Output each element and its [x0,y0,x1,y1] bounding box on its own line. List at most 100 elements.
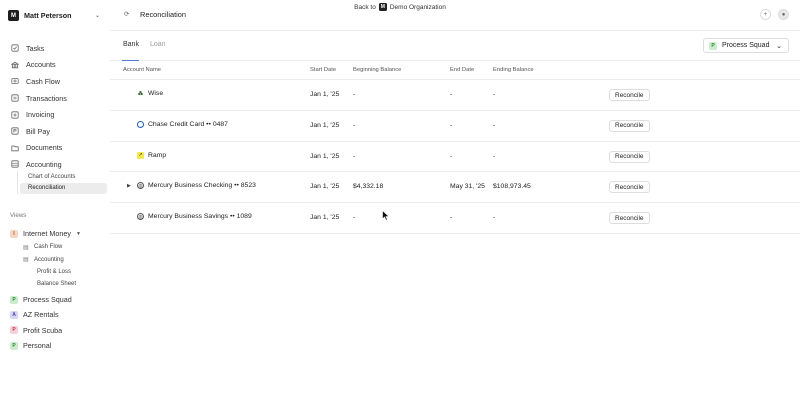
view-badge: P [10,341,18,350]
view-sub-balance-sheet[interactable]: Balance Sheet [23,278,103,290]
bill-pay-icon [10,127,19,136]
account-name: Ramp [148,151,167,159]
end-date: May 31, '25 [450,183,485,191]
beginning-balance: - [353,214,356,222]
view-sub-label: Accounting [34,256,64,263]
view-sub-label: Balance Sheet [37,281,77,288]
sidebar-item-chart-of-accounts[interactable]: Chart of Accounts [20,171,107,183]
entity-select-value: Process Squad [722,42,770,49]
expand-row-icon[interactable]: ▶ [127,183,131,189]
tab-loan[interactable]: Loan [150,41,166,48]
reconcile-button[interactable]: Reconcile [609,212,650,225]
accounting-icon [10,160,19,169]
invoicing-icon [10,110,19,119]
view-badge: A [10,310,18,319]
view-profit-scuba[interactable]: P Profit Scuba [10,323,106,338]
table-header: Account Name Start Date Beginning Balanc… [110,61,800,80]
mercury-icon: ◍ [137,182,144,190]
chase-icon [137,120,144,128]
caret-down-icon: ▼ [75,230,81,237]
sidebar-item-transactions[interactable]: Transactions [10,90,106,107]
start-date: Jan 1, '25 [310,183,340,191]
sidebar-item-reconciliation[interactable]: Reconciliation [20,182,107,194]
table-row: ◍ Mercury Business Savings •• 1089 Jan 1… [110,203,800,234]
sidebar-item-documents[interactable]: Documents [10,140,106,157]
col-end-date: End Date [450,67,475,73]
reconcile-button[interactable]: Reconcile [609,89,650,101]
sidebar-item-label: Cash Flow [26,76,60,86]
view-badge: P [10,295,18,304]
view-az-rentals[interactable]: A AZ Rentals [10,307,106,322]
reconcile-button[interactable]: Reconcile [609,181,650,194]
table-row: ▶ ◍ Mercury Business Checking •• 8523 Ja… [110,172,800,204]
view-sub-profit-loss[interactable]: Profit & Loss [23,266,103,278]
sidebar: M Matt Peterson ⌄ Tasks Accounts Cash Fl… [0,0,110,398]
chevron-down-icon: ⌄ [94,13,100,19]
beginning-balance: - [353,152,356,160]
chevron-down-icon: ⌄ [776,42,782,50]
account-name-cell: Chase Credit Card •• 0487 [137,120,228,128]
account-type-tabs: Bank Loan P Process Squad ⌄ [110,31,800,61]
sidebar-item-bill-pay[interactable]: Bill Pay [10,123,106,140]
view-label: Process Squad [23,295,72,305]
page-header: ⟳ Reconciliation + ● [110,0,800,31]
view-sub-accounting[interactable]: ▤ Accounting [23,253,103,265]
sidebar-item-label: Invoicing [26,110,55,120]
sidebar-item-tasks[interactable]: Tasks [10,40,106,57]
view-label: Profit Scuba [23,325,63,335]
page-title: Reconciliation [140,10,187,19]
account-name: Wise [148,90,164,97]
org-name: Matt Peterson [24,11,72,20]
account-name-cell: ↗ Ramp [137,151,167,159]
avatar-icon[interactable]: ● [778,9,789,20]
internet-money-subviews: ▤ Cash Flow ▤ Accounting Profit & Loss B… [23,241,103,291]
start-date: Jan 1, '25 [310,121,340,129]
start-date: Jan 1, '25 [310,91,340,98]
view-badge: I [10,229,18,238]
account-name: Mercury Business Savings •• 1089 [148,213,252,221]
ledger-icon: ▤ [23,257,29,264]
other-views: P Process Squad A AZ Rentals P Profit Sc… [10,292,106,353]
view-personal[interactable]: P Personal [10,338,106,353]
account-name: Chase Credit Card •• 0487 [148,120,228,128]
view-process-squad[interactable]: P Process Squad [10,292,106,307]
end-date: - [450,152,453,160]
sidebar-item-label: Accounts [26,60,56,70]
view-sub-label: Profit & Loss [37,268,72,275]
accounting-subnav: Chart of Accounts Reconciliation [17,171,107,194]
chart-icon: ▤ [23,244,29,251]
sidebar-item-accounts[interactable]: Accounts [10,57,106,74]
reconcile-button[interactable]: Reconcile [609,150,650,163]
account-name-cell: ◍ Mercury Business Savings •• 1089 [137,213,252,221]
reconcile-button[interactable]: Reconcile [609,119,650,132]
sidebar-item-label: Tasks [26,43,45,53]
table-row: ↗ Ramp Jan 1, '25 - - - Reconcile [110,142,800,173]
transactions-icon [10,94,19,103]
col-start-date: Start Date [310,67,337,73]
subnav-label: Reconciliation [28,185,66,192]
cash-flow-icon [10,77,19,86]
sidebar-item-cash-flow[interactable]: Cash Flow [10,73,106,90]
sidebar-item-invoicing[interactable]: Invoicing [10,106,106,123]
org-switcher[interactable]: M Matt Peterson ⌄ [8,8,104,23]
end-date: - [450,91,453,98]
view-sub-label: Cash Flow [34,244,63,251]
main-nav: Tasks Accounts Cash Flow Transactions In… [10,40,106,173]
view-sub-cash-flow[interactable]: ▤ Cash Flow [23,241,103,253]
start-date: Jan 1, '25 [310,152,340,160]
documents-icon [10,143,19,152]
beginning-balance: - [353,91,356,98]
subnav-label: Chart of Accounts [28,173,76,180]
sidebar-item-label: Documents [26,143,63,153]
add-button[interactable]: + [760,9,771,20]
views-list: I Internet Money ▼ [10,226,106,241]
tab-bank[interactable]: Bank [123,41,139,48]
ending-balance: - [493,91,496,98]
ending-balance: - [493,152,496,160]
account-name-cell: ◍ Mercury Business Checking •• 8523 [137,182,256,190]
account-name-cell: ⁂ Wise [137,90,163,97]
view-internet-money[interactable]: I Internet Money ▼ [10,226,106,241]
ramp-icon: ↗ [137,151,144,159]
view-label: Internet Money [23,229,71,239]
entity-select[interactable]: P Process Squad ⌄ [703,38,789,53]
